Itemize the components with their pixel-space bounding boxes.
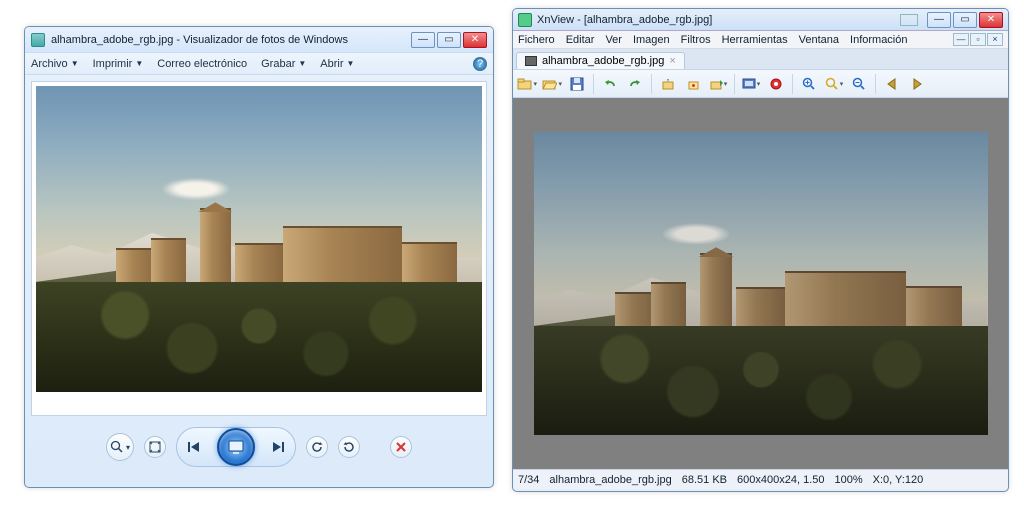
previous-button[interactable] <box>187 440 201 454</box>
mdi-minimize[interactable]: — <box>953 33 969 46</box>
menu-correo[interactable]: Correo electrónico <box>157 58 247 70</box>
status-index: 7/34 <box>518 474 539 486</box>
status-zoom: 100% <box>834 474 862 486</box>
tab-label: alhambra_adobe_rgb.jpg <box>542 55 664 67</box>
close-button[interactable]: ✕ <box>979 12 1003 28</box>
menu-informacion[interactable]: Información <box>850 34 907 46</box>
copy-button[interactable] <box>682 73 704 95</box>
rotate-cw-button[interactable] <box>338 436 360 458</box>
xnview-window: XnView - [alhambra_adobe_rgb.jpg] — ▭ ✕ … <box>512 8 1009 492</box>
status-dims: 600x400x24, 1.50 <box>737 474 824 486</box>
file-icon <box>525 56 537 66</box>
wpv-image <box>36 86 482 392</box>
zoom-fit-button[interactable]: ▾ <box>823 73 845 95</box>
xn-app-icon <box>518 13 532 27</box>
xn-image-viewport[interactable] <box>513 98 1008 469</box>
cut-button[interactable] <box>657 73 679 95</box>
zoom-button[interactable]: ▾ <box>106 433 134 461</box>
menu-editar[interactable]: Editar <box>566 34 595 46</box>
mdi-close[interactable]: × <box>987 33 1003 46</box>
wpv-menubar: Archivo▼ Imprimir▼ Correo electrónico Gr… <box>25 53 493 75</box>
delete-button[interactable] <box>390 436 412 458</box>
xn-system-buttons: — ▭ ✕ <box>927 12 1003 28</box>
xn-statusbar: 7/34 alhambra_adobe_rgb.jpg 68.51 KB 600… <box>513 469 1008 489</box>
xn-title: XnView - [alhambra_adobe_rgb.jpg] <box>537 14 895 26</box>
xn-image <box>534 132 988 435</box>
status-size: 68.51 KB <box>682 474 727 486</box>
wpv-controls: ▾ <box>25 422 493 472</box>
menu-abrir[interactable]: Abrir▼ <box>320 58 354 70</box>
tab-alhambra[interactable]: alhambra_adobe_rgb.jpg × <box>516 52 685 69</box>
fit-button[interactable] <box>144 436 166 458</box>
minimize-button[interactable]: — <box>411 32 435 48</box>
zoom-out-button[interactable] <box>848 73 870 95</box>
browse-button[interactable]: ▾ <box>516 73 538 95</box>
wpv-titlebar[interactable]: alhambra_adobe_rgb.jpg - Visualizador de… <box>25 27 493 53</box>
close-button[interactable]: ✕ <box>463 32 487 48</box>
paste-button[interactable]: ▾ <box>707 73 729 95</box>
menu-archivo[interactable]: Archivo▼ <box>31 58 79 70</box>
grip-icon <box>900 14 918 26</box>
status-filename: alhambra_adobe_rgb.jpg <box>549 474 671 486</box>
xn-toolbar: ▾ ▾ ▾ ▾ ▾ <box>513 70 1008 98</box>
help-icon[interactable]: ? <box>473 57 487 71</box>
zoom-in-button[interactable] <box>798 73 820 95</box>
rotate-ccw-button[interactable] <box>306 436 328 458</box>
slideshow-button[interactable] <box>217 428 255 466</box>
wpv-image-viewport <box>31 81 487 416</box>
menu-herramientas[interactable]: Herramientas <box>722 34 788 46</box>
minimize-button[interactable]: — <box>927 12 951 28</box>
windows-photo-viewer-window: alhambra_adobe_rgb.jpg - Visualizador de… <box>24 26 494 488</box>
open-button[interactable]: ▾ <box>541 73 563 95</box>
wpv-nav-cluster <box>176 427 296 467</box>
status-coords: X:0, Y:120 <box>873 474 924 486</box>
maximize-button[interactable]: ▭ <box>437 32 461 48</box>
xn-tabbar: alhambra_adobe_rgb.jpg × <box>513 49 1008 70</box>
mdi-system-buttons: — ▫ × <box>953 33 1003 46</box>
next-button[interactable] <box>271 440 285 454</box>
wpv-system-buttons: — ▭ ✕ <box>411 32 487 48</box>
save-button[interactable] <box>566 73 588 95</box>
menu-fichero[interactable]: Fichero <box>518 34 555 46</box>
prev-image-button[interactable] <box>881 73 903 95</box>
mdi-restore[interactable]: ▫ <box>970 33 986 46</box>
tab-close-icon[interactable]: × <box>669 55 675 67</box>
menu-imagen[interactable]: Imagen <box>633 34 670 46</box>
redo-button[interactable] <box>624 73 646 95</box>
next-image-button[interactable] <box>906 73 928 95</box>
tag-button[interactable] <box>765 73 787 95</box>
menu-grabar[interactable]: Grabar▼ <box>261 58 306 70</box>
menu-ventana[interactable]: Ventana <box>799 34 839 46</box>
menu-ver[interactable]: Ver <box>605 34 622 46</box>
fullscreen-button[interactable]: ▾ <box>740 73 762 95</box>
menu-filtros[interactable]: Filtros <box>681 34 711 46</box>
maximize-button[interactable]: ▭ <box>953 12 977 28</box>
undo-button[interactable] <box>599 73 621 95</box>
xn-titlebar[interactable]: XnView - [alhambra_adobe_rgb.jpg] — ▭ ✕ <box>513 9 1008 31</box>
wpv-app-icon <box>31 33 45 47</box>
wpv-title: alhambra_adobe_rgb.jpg - Visualizador de… <box>51 34 405 46</box>
menu-imprimir[interactable]: Imprimir▼ <box>93 58 144 70</box>
xn-menubar: Fichero Editar Ver Imagen Filtros Herram… <box>513 31 1008 49</box>
